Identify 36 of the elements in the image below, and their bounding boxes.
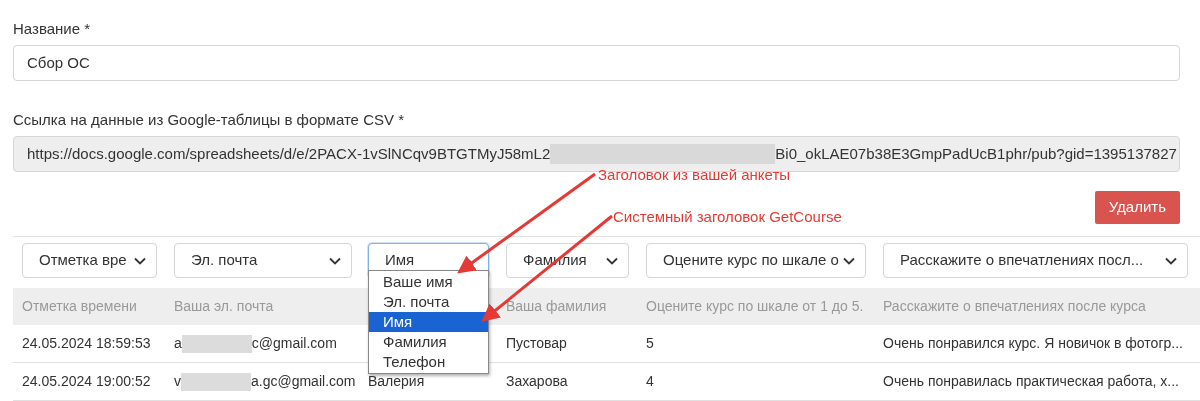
chevron-down-icon (843, 256, 855, 265)
table-cell-text: Очень понравилась практическая работа, х... (883, 372, 1179, 391)
name-field[interactable]: Сбор ОС (13, 45, 1180, 81)
blurred-redaction (181, 372, 251, 391)
dropdown-option[interactable]: Телефон (369, 352, 488, 372)
table-cell: a c@gmail.com (174, 333, 337, 354)
column-header: Ваша фамилия (506, 298, 607, 314)
column-select[interactable]: Эл. почта (174, 243, 352, 278)
chevron-down-icon (1165, 256, 1177, 265)
column-select[interactable]: Отметка вре (22, 243, 157, 278)
column-header: Отметка времени (22, 298, 137, 314)
column-header: Ваша эл. почта (174, 298, 274, 314)
column-header: Оцените курс по шкале от 1 до 5. (646, 298, 864, 314)
dropdown-option[interactable]: Имя (369, 312, 488, 332)
chevron-down-icon (134, 256, 146, 265)
dropdown-option[interactable]: Эл. почта (369, 292, 488, 312)
blurred-redaction (181, 334, 252, 353)
table-cell-text: 5 (646, 334, 654, 353)
column-header: Расскажите о впечатлениях после курса (883, 298, 1146, 314)
table-cell-text: 4 (646, 372, 654, 391)
table-cell-text: Валерия (368, 372, 425, 391)
delete-button[interactable]: Удалить (1094, 191, 1180, 224)
field-label: Ссылка на данные из Google-таблицы в формате CSV * (13, 110, 405, 130)
annotation-text: Системный заголовок GetCourse (613, 207, 842, 227)
table-cell-text: Очень понравился курс. Я новичок в фотогр... (883, 334, 1183, 353)
table-cell-text: 24.05.2024 18:59:53 (22, 334, 151, 353)
table-cell: v a.gc@gmail.com (174, 371, 356, 392)
column-select[interactable]: Расскажите о впечатлениях посл... (883, 243, 1188, 278)
table-cell-text: 24.05.2024 19:00:52 (22, 372, 151, 391)
chevron-down-icon (329, 256, 341, 265)
table-cell-text: Захарова (506, 372, 568, 391)
dropdown-option[interactable]: Фамилия (369, 332, 488, 352)
field-label: Название * (13, 19, 92, 39)
table-cell-text: Пустовар (506, 334, 567, 353)
column-select[interactable]: Оцените курс по шкале о (646, 243, 866, 278)
chevron-down-icon (606, 256, 618, 265)
